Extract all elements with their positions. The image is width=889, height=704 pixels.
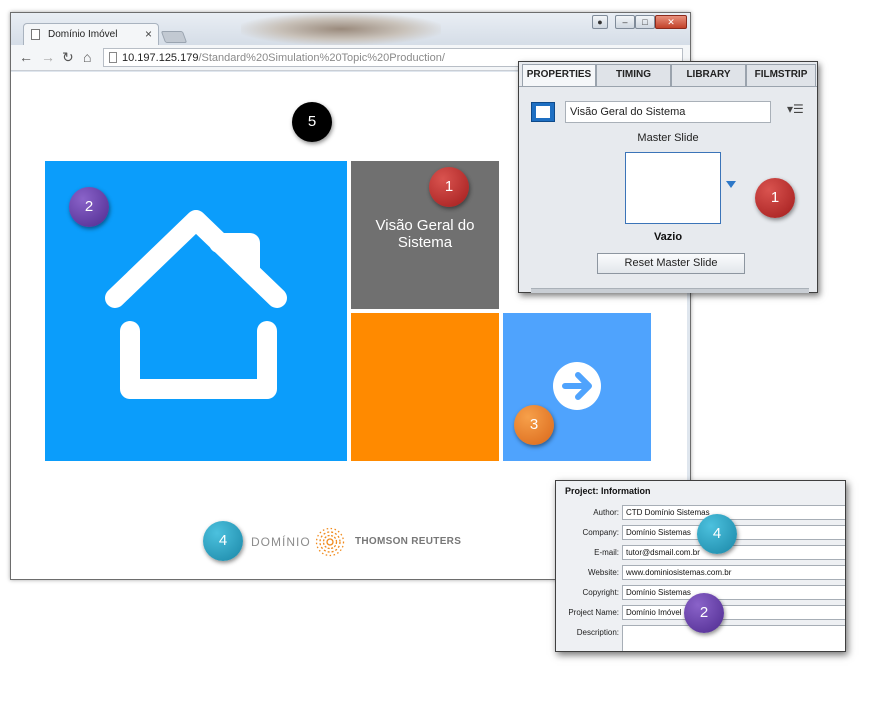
- page-info-icon: [109, 52, 117, 63]
- master-slide-name: Vazio: [653, 231, 683, 243]
- website-field[interactable]: www.dominiosistemas.com.br: [622, 565, 845, 580]
- next-tile[interactable]: 3: [503, 313, 651, 461]
- back-icon[interactable]: ←: [19, 49, 33, 65]
- author-row: Author: CTD Domínio Sistemas: [556, 505, 845, 521]
- title-tile[interactable]: Visão Geral do Sistema 1: [351, 161, 499, 309]
- tab-properties[interactable]: PROPERTIES: [522, 64, 596, 86]
- tile-title: Visão Geral do Sistema: [375, 217, 475, 251]
- callout-badge: 3: [514, 405, 554, 445]
- url-host: 10.197.125.179: [122, 52, 199, 64]
- home-icon[interactable]: ⌂: [83, 49, 91, 65]
- project-info-title: Project: Information: [565, 486, 651, 496]
- company-label: Company:: [582, 528, 619, 537]
- footer-brand: DOMÍNIO THOMSON REUTERS: [251, 527, 511, 557]
- email-row: E-mail: tutor@dsmail.com.br: [556, 545, 845, 561]
- slide-name-field[interactable]: Visão Geral do Sistema: [565, 101, 771, 123]
- callout-badge: 2: [69, 187, 109, 227]
- close-button[interactable]: ✕: [655, 15, 687, 29]
- project-name-label: Project Name:: [568, 608, 619, 617]
- description-field[interactable]: [622, 625, 845, 651]
- project-name-field[interactable]: Domínio Imóvel: [622, 605, 845, 620]
- properties-panel: PROPERTIES TIMING LIBRARY FILMSTRIP Visã…: [518, 61, 818, 293]
- tab-filmstrip[interactable]: FILMSTRIP: [746, 64, 816, 86]
- master-slide-thumbnail[interactable]: [625, 152, 721, 224]
- callout-badge: 1: [429, 167, 469, 207]
- browser-titlebar: Domínio Imóvel × ● – □ ✕: [11, 13, 690, 45]
- tab-timing[interactable]: TIMING: [596, 64, 671, 86]
- email-field[interactable]: tutor@dsmail.com.br: [622, 545, 845, 560]
- copyright-label: Copyright:: [582, 588, 619, 597]
- master-slide-label: Master Slide: [637, 132, 699, 144]
- website-label: Website:: [588, 568, 619, 577]
- forward-icon[interactable]: →: [41, 49, 55, 65]
- url-path: /Standard%20Simulation%20Topic%20Product…: [198, 52, 445, 64]
- panel-menu-icon[interactable]: ▾☰: [787, 102, 804, 116]
- user-icon[interactable]: ●: [592, 15, 608, 29]
- background-photo: [241, 13, 441, 45]
- website-row: Website: www.dominiosistemas.com.br: [556, 565, 845, 581]
- callout-badge: 4: [203, 521, 243, 561]
- tab-close-icon[interactable]: ×: [145, 27, 152, 41]
- page-icon: [31, 29, 40, 40]
- slide-icon: [531, 102, 555, 122]
- project-info-panel: Project: Information Author: CTD Domínio…: [555, 480, 846, 652]
- thomson-reuters-logo-icon: [315, 527, 345, 557]
- callout-badge: 2: [684, 593, 724, 633]
- master-dropdown-icon[interactable]: [726, 181, 736, 188]
- callout-badge: 5: [292, 102, 332, 142]
- tab-divider: [519, 86, 817, 87]
- maximize-button[interactable]: □: [635, 15, 655, 29]
- tab-library[interactable]: LIBRARY: [671, 64, 746, 86]
- browser-tab[interactable]: Domínio Imóvel ×: [23, 23, 159, 45]
- dominio-logo-text: DOMÍNIO: [251, 535, 311, 549]
- callout-badge: 1: [755, 178, 795, 218]
- thomson-reuters-text: THOMSON REUTERS: [355, 536, 462, 547]
- author-field[interactable]: CTD Domínio Sistemas: [622, 505, 845, 520]
- author-label: Author:: [593, 508, 619, 517]
- email-label: E-mail:: [594, 548, 619, 557]
- minimize-button[interactable]: –: [615, 15, 635, 29]
- panel-scrollbar[interactable]: [531, 288, 809, 293]
- orange-tile[interactable]: [351, 313, 499, 461]
- tab-title: Domínio Imóvel: [48, 29, 118, 40]
- copyright-field[interactable]: Domínio Sistemas: [622, 585, 845, 600]
- callout-badge: 4: [697, 514, 737, 554]
- new-tab-button[interactable]: [160, 31, 188, 43]
- description-label: Description:: [576, 628, 619, 637]
- reset-master-slide-button[interactable]: Reset Master Slide: [597, 253, 745, 274]
- home-tile[interactable]: 2: [45, 161, 347, 461]
- reload-icon[interactable]: ↻: [62, 49, 74, 66]
